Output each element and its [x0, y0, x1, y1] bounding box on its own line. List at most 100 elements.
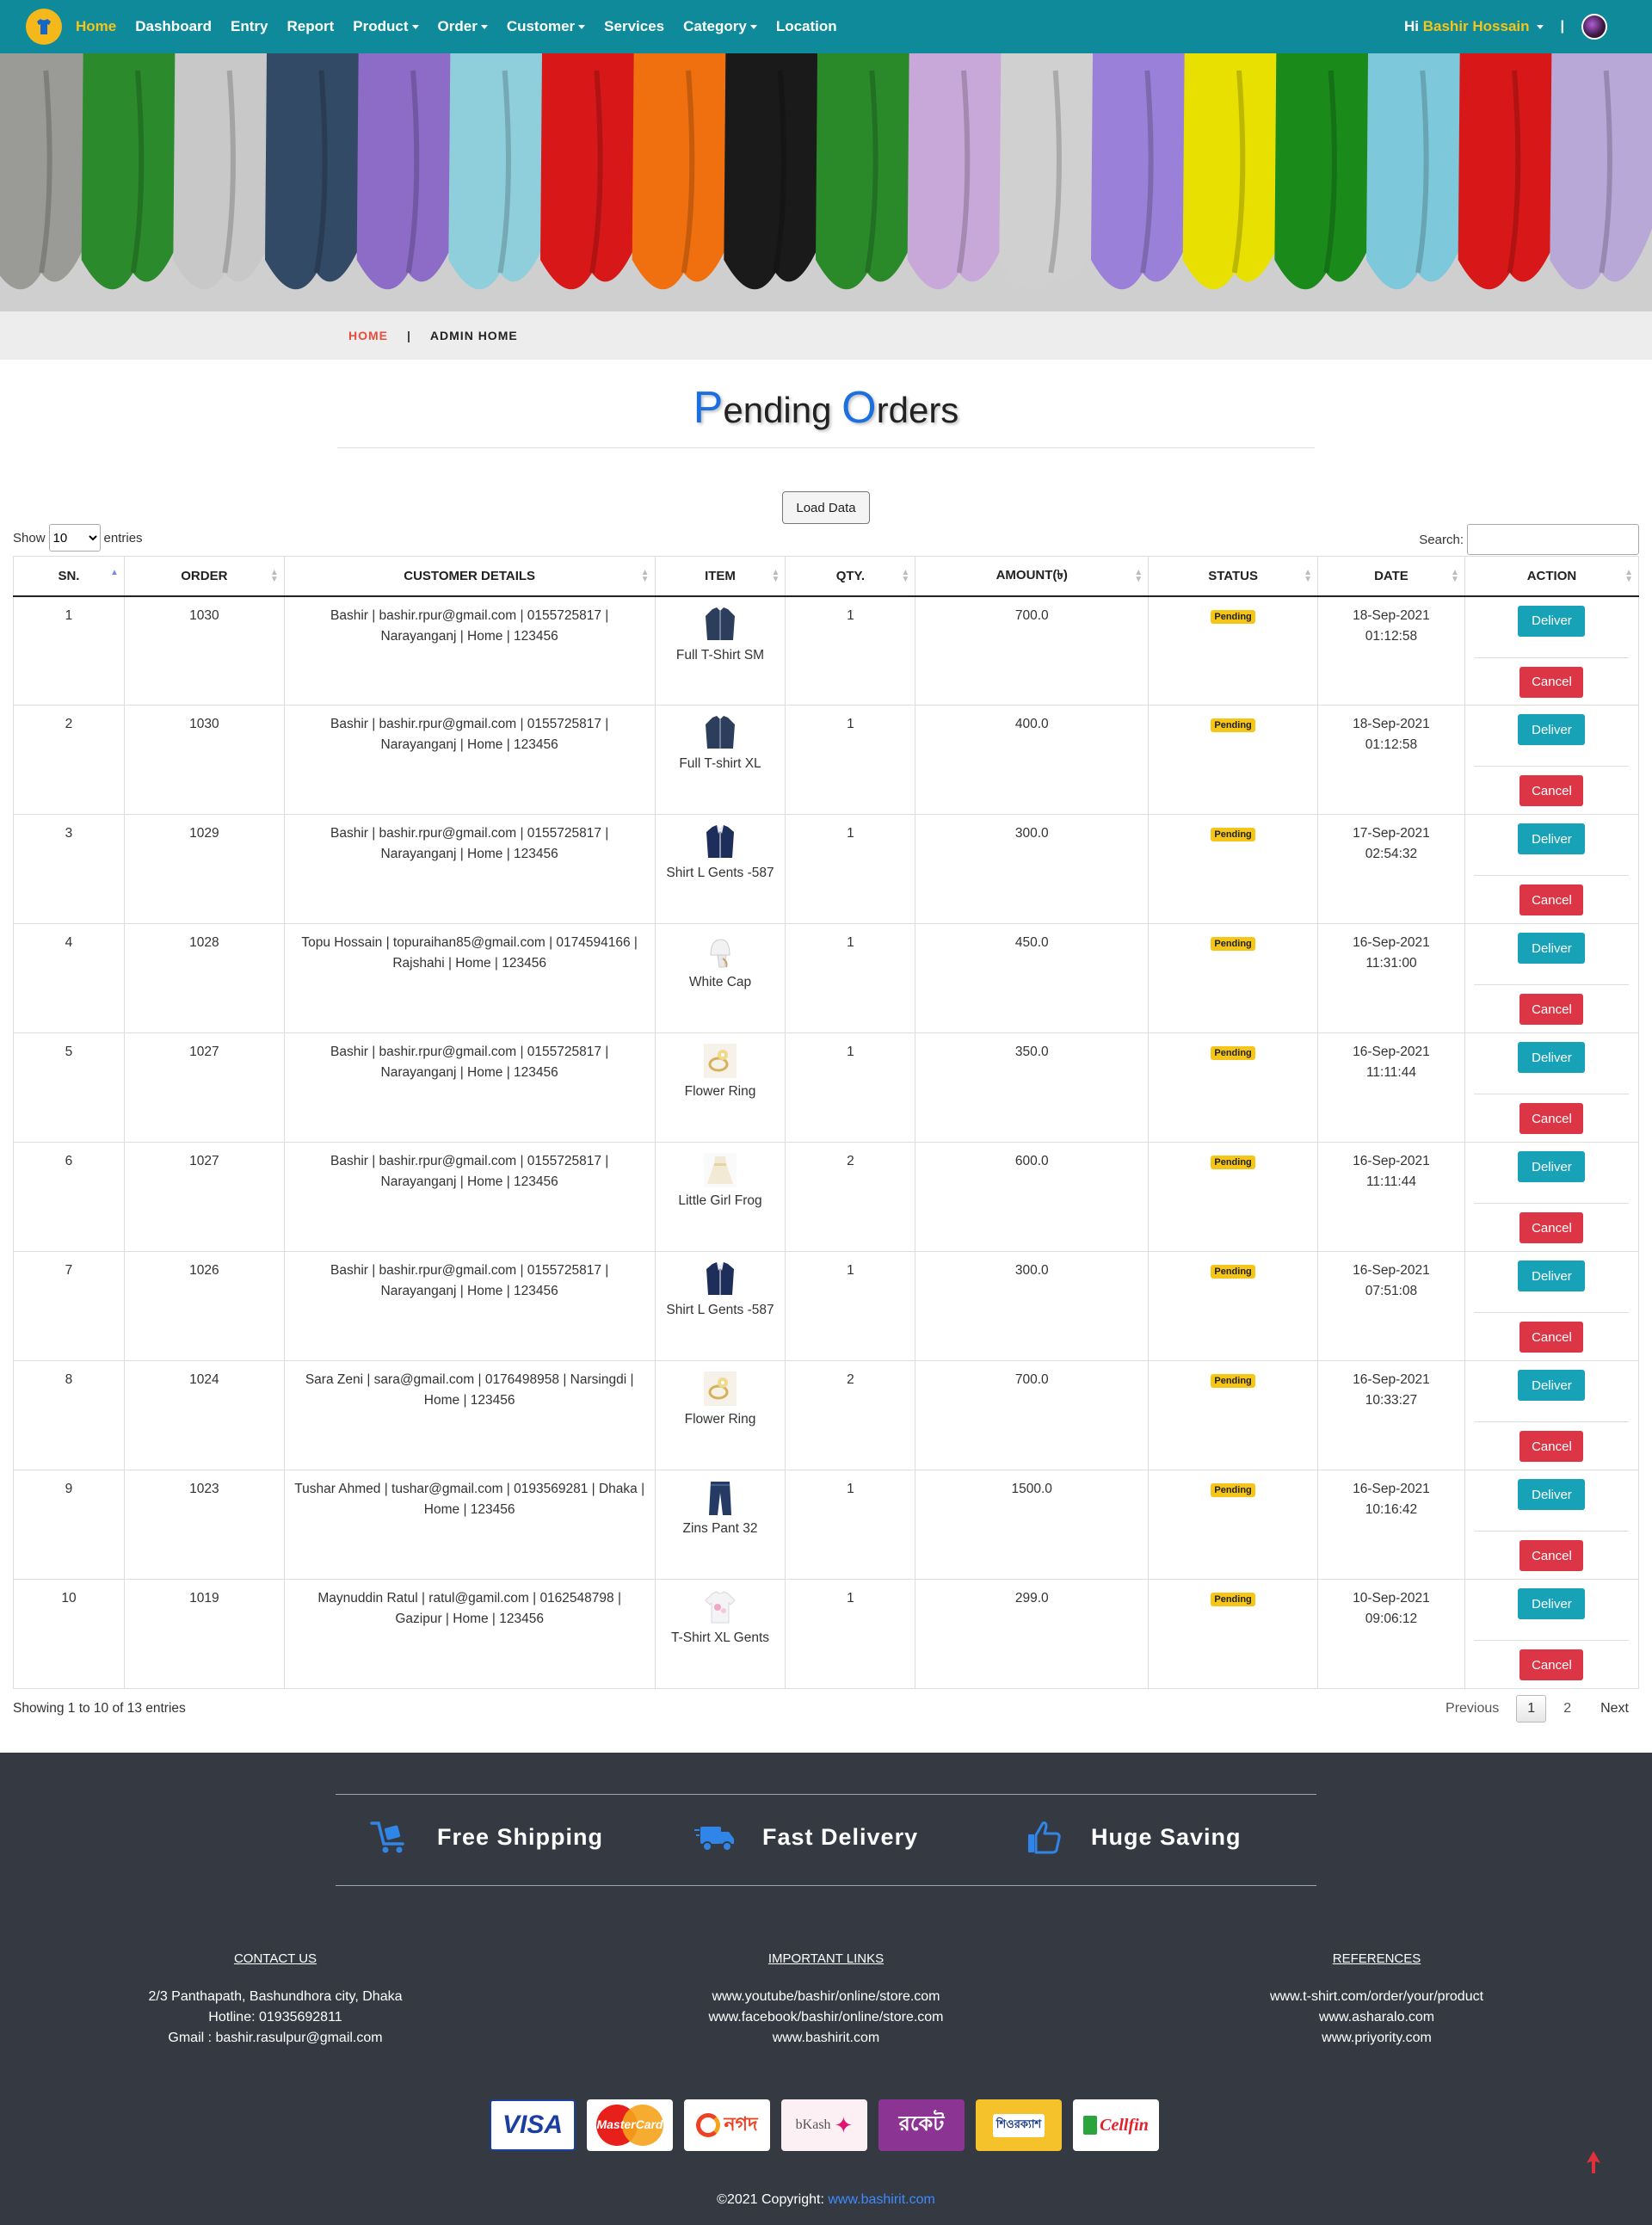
cancel-button[interactable]: Cancel	[1519, 1103, 1584, 1134]
garment-shape	[1550, 53, 1652, 290]
cell-order: 1029	[123, 814, 285, 924]
nav-category[interactable]: Category	[683, 18, 757, 35]
pagination-page-2[interactable]: 2	[1553, 1696, 1581, 1722]
footer-reference-link[interactable]: www.t-shirt.com/order/your/product	[1205, 1987, 1549, 2007]
title-cap-o: O	[841, 383, 877, 433]
entries-length-control: Show 10 entries	[13, 524, 143, 552]
cancel-button[interactable]: Cancel	[1519, 1212, 1584, 1243]
action-divider	[1474, 1421, 1630, 1422]
sort-icon: ▲ ▼	[640, 568, 650, 584]
cell-status: Pending	[1148, 595, 1319, 706]
nav-home[interactable]: Home	[76, 18, 116, 35]
cell-date: 16-Sep-2021 10:33:27	[1317, 1360, 1465, 1470]
cancel-button[interactable]: Cancel	[1519, 1431, 1584, 1462]
nav-order[interactable]: Order	[438, 18, 488, 35]
cancel-button[interactable]: Cancel	[1519, 1649, 1584, 1680]
truck-icon	[694, 1827, 734, 1852]
deliver-button[interactable]: Deliver	[1518, 1042, 1586, 1073]
nav-report[interactable]: Report	[287, 18, 335, 35]
col-amount-label: AMOUNT(৳)	[996, 567, 1068, 582]
ring-icon	[702, 1370, 738, 1408]
chevron-down-icon	[578, 25, 586, 30]
footer-contact-line: Hotline: 01935692811	[208, 2010, 342, 2025]
cell-qty: 2	[785, 1142, 916, 1252]
cancel-button[interactable]: Cancel	[1519, 1540, 1584, 1571]
bkash-logo: bKash ✦	[781, 2099, 867, 2151]
col-customer[interactable]: CUSTOMER DETAILS ▲ ▼	[283, 556, 656, 597]
footer-link[interactable]: www.facebook/bashir/online/store.com	[654, 2007, 998, 2028]
search-input[interactable]	[1467, 524, 1639, 555]
copyright: ©2021 Copyright: www.bashirit.com	[0, 2192, 1652, 2208]
brand-logo[interactable]	[26, 9, 62, 45]
footer-link[interactable]: www.youtube/bashir/online/store.com	[654, 1987, 998, 2007]
deliver-button[interactable]: Deliver	[1518, 933, 1586, 964]
pagination-page-1[interactable]: 1	[1516, 1695, 1547, 1723]
deliver-button[interactable]: Deliver	[1518, 1370, 1586, 1401]
load-data-button[interactable]: Load Data	[782, 491, 870, 524]
cell-sn: 2	[13, 705, 125, 815]
cell-qty: 1	[785, 1032, 916, 1143]
deliver-button[interactable]: Deliver	[1518, 1151, 1586, 1182]
row-actions: Deliver Cancel	[1474, 1370, 1630, 1462]
deliver-button[interactable]: Deliver	[1518, 1479, 1586, 1510]
nav-services[interactable]: Services	[604, 18, 664, 35]
cancel-button[interactable]: Cancel	[1519, 666, 1584, 698]
cell-customer: Bashir | bashir.rpur@gmail.com | 0155725…	[283, 705, 656, 815]
cancel-button[interactable]: Cancel	[1519, 775, 1584, 806]
footer-link[interactable]: www.bashirit.com	[654, 2028, 998, 2049]
deliver-button[interactable]: Deliver	[1518, 1260, 1586, 1291]
copyright-link[interactable]: www.bashirit.com	[828, 2192, 934, 2207]
dress-icon	[702, 1151, 738, 1189]
deliver-button[interactable]: Deliver	[1518, 823, 1586, 854]
table-row: 10 1019 Maynuddin Ratul | ratul@gamil.com …	[13, 1579, 1640, 1689]
item-name: Full T-Shirt SM	[675, 647, 765, 663]
cell-amount: 600.0	[915, 1142, 1150, 1252]
table-search: Search:	[1419, 524, 1639, 555]
row-actions: Deliver Cancel	[1474, 1260, 1630, 1353]
cell-status: Pending	[1148, 1142, 1319, 1252]
payment-methods: VISA MasterCard নগদ bKash ✦ রকেট শিওরক্যা…	[490, 2099, 1170, 2151]
cell-date: 16-Sep-2021 07:51:08	[1317, 1251, 1465, 1361]
cell-action: Deliver Cancel	[1464, 1142, 1640, 1252]
breadcrumb-home[interactable]: HOME	[348, 329, 388, 342]
col-order[interactable]: ORDER ▲ ▼	[123, 556, 285, 597]
footer-references: REFERENCES www.t-shirt.com/order/your/pr…	[1205, 1949, 1549, 2049]
row-actions: Deliver Cancel	[1474, 1479, 1630, 1571]
back-to-top-icon[interactable]	[1584, 2149, 1603, 2175]
col-action[interactable]: ACTION ▲ ▼	[1464, 556, 1640, 597]
col-sn[interactable]: SN. ▲	[13, 556, 125, 597]
nav-customer[interactable]: Customer	[507, 18, 586, 35]
cell-amount: 700.0	[915, 595, 1150, 706]
entries-select[interactable]: 10	[48, 524, 101, 552]
footer-reference-link[interactable]: www.priyority.com	[1205, 2028, 1549, 2049]
nav-dashboard[interactable]: Dashboard	[135, 18, 212, 35]
greeting-text: Hi	[1404, 18, 1420, 34]
col-qty[interactable]: QTY. ▲ ▼	[785, 556, 916, 597]
cancel-button[interactable]: Cancel	[1519, 994, 1584, 1025]
row-actions: Deliver Cancel	[1474, 1151, 1630, 1243]
col-item[interactable]: ITEM ▲ ▼	[654, 556, 786, 597]
pagination-next[interactable]: Next	[1590, 1696, 1639, 1722]
page-title: Pending Orders	[0, 382, 1652, 434]
cell-date: 18-Sep-2021 01:12:58	[1317, 595, 1465, 706]
pagination-previous[interactable]: Previous	[1435, 1696, 1509, 1722]
col-amount[interactable]: AMOUNT(৳) ▲ ▼	[915, 556, 1150, 597]
cell-status: Pending	[1148, 705, 1319, 815]
user-menu[interactable]: Hi Bashir Hossain	[1404, 18, 1544, 35]
col-date[interactable]: DATE ▲ ▼	[1317, 556, 1465, 597]
feature-huge-saving: Huge Saving	[1022, 1818, 1242, 1856]
nav-product[interactable]: Product	[353, 18, 419, 35]
avatar[interactable]	[1581, 14, 1607, 40]
thumbs-up-icon	[1028, 1821, 1061, 1854]
cell-customer: Bashir | bashir.rpur@gmail.com | 0155725…	[283, 595, 656, 706]
cancel-button[interactable]: Cancel	[1519, 884, 1584, 915]
deliver-button[interactable]: Deliver	[1518, 714, 1586, 745]
nav-location[interactable]: Location	[776, 18, 837, 35]
footer-reference-link[interactable]: www.asharalo.com	[1205, 2007, 1549, 2028]
nav-entry[interactable]: Entry	[231, 18, 268, 35]
deliver-button[interactable]: Deliver	[1518, 1588, 1586, 1619]
deliver-button[interactable]: Deliver	[1518, 605, 1586, 637]
cell-action: Deliver Cancel	[1464, 1579, 1640, 1689]
cancel-button[interactable]: Cancel	[1519, 1322, 1584, 1353]
col-status[interactable]: STATUS ▲ ▼	[1148, 556, 1319, 597]
